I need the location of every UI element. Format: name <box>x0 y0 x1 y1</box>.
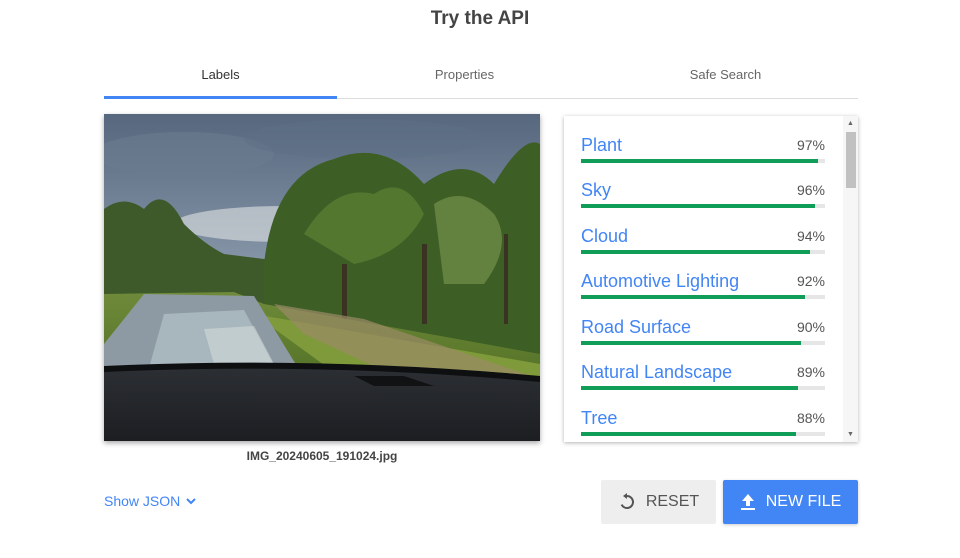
label-row: Natural Landscape 89% <box>581 362 825 402</box>
image-filename: IMG_20240605_191024.jpg <box>246 449 398 463</box>
label-name: Cloud <box>581 226 629 246</box>
confidence-bar-fill <box>581 432 796 436</box>
labels-results-panel[interactable]: Plant 97% Sky 96% Cloud 94% Automotive L… <box>564 116 858 442</box>
tab-properties[interactable]: Properties <box>348 56 581 98</box>
new-file-label: NEW FILE <box>765 493 842 510</box>
label-row: Sky 96% <box>581 180 825 220</box>
confidence-bar-fill <box>581 159 818 163</box>
show-json-label: Show JSON <box>104 493 181 509</box>
label-score: 96% <box>796 182 825 198</box>
confidence-bar <box>581 159 825 163</box>
label-score: 92% <box>796 273 825 289</box>
upload-icon <box>740 494 755 510</box>
label-row: Plant 97% <box>581 135 825 175</box>
tab-safe-search[interactable]: Safe Search <box>609 56 842 98</box>
label-row: Cloud 94% <box>581 226 825 266</box>
confidence-bar-fill <box>581 250 811 254</box>
label-row: Automotive Lighting 92% <box>581 271 825 311</box>
new-file-button[interactable]: NEW FILE <box>723 480 858 524</box>
confidence-bar-fill <box>581 386 799 390</box>
tab-bar: Labels Properties Safe Search <box>104 56 858 99</box>
confidence-bar <box>581 341 825 345</box>
label-score: 94% <box>796 228 825 244</box>
scroll-down-arrow-icon[interactable]: ▼ <box>843 427 858 442</box>
label-score: 89% <box>796 364 825 380</box>
confidence-bar-fill <box>581 295 806 299</box>
reset-label: RESET <box>645 493 700 510</box>
label-row: Road Surface 90% <box>581 317 825 357</box>
label-name: Sky <box>581 180 612 200</box>
label-score: 97% <box>796 137 825 153</box>
label-row: Tree 88% <box>581 408 825 442</box>
chevron-down-icon <box>186 498 196 505</box>
confidence-bar <box>581 250 825 254</box>
label-score: 90% <box>796 319 825 335</box>
confidence-bar <box>581 204 825 208</box>
tab-labels[interactable]: Labels <box>104 56 337 98</box>
reset-icon <box>620 493 634 509</box>
scroll-up-arrow-icon[interactable]: ▲ <box>843 116 858 131</box>
try-the-api-page: Try the API Labels Properties Safe Searc… <box>0 0 960 558</box>
scroll-thumb[interactable] <box>846 132 856 188</box>
confidence-bar <box>581 295 825 299</box>
confidence-bar <box>581 432 825 436</box>
confidence-bar <box>581 386 825 390</box>
results-scrollbar[interactable]: ▲ ▼ <box>843 116 858 442</box>
label-name: Road Surface <box>581 317 692 337</box>
uploaded-image <box>104 114 540 441</box>
label-name: Automotive Lighting <box>581 271 740 291</box>
label-name: Plant <box>581 135 623 155</box>
active-tab-indicator <box>104 96 337 99</box>
show-json-toggle[interactable]: Show JSON <box>104 493 198 509</box>
page-title: Try the API <box>430 8 530 29</box>
label-score: 88% <box>796 410 825 426</box>
label-name: Tree <box>581 408 618 428</box>
label-name: Natural Landscape <box>581 362 733 382</box>
confidence-bar-fill <box>581 204 816 208</box>
confidence-bar-fill <box>581 341 801 345</box>
reset-button[interactable]: RESET <box>601 480 716 524</box>
